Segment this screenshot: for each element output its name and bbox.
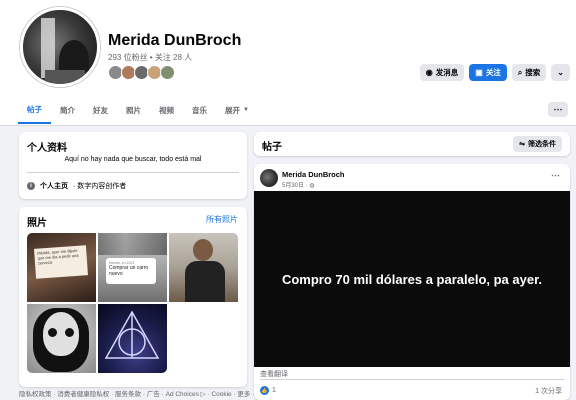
tab-videos[interactable]: 视频	[150, 96, 183, 124]
divider	[27, 172, 239, 173]
intro-page-info: i 个人主页 · 数字内容创作者	[27, 181, 126, 191]
photo-thumbnail[interactable]	[98, 304, 167, 373]
more-dots-icon: ⋯	[553, 104, 563, 114]
profile-avatar[interactable]	[20, 7, 100, 87]
followers-count[interactable]: 293 位粉丝 • 关注 28 人	[108, 52, 192, 63]
profile-name: Merida DunBroch	[108, 32, 242, 49]
intro-card: 个人资料 Aquí no hay nada que buscar, todo e…	[19, 132, 247, 199]
header-actions: ◉ 发消息 ▣ 关注 ⌕ 搜索 ⌄	[419, 64, 570, 81]
mutual-friends-avatars[interactable]	[108, 65, 175, 80]
follow-button[interactable]: ▣ 关注	[469, 64, 507, 81]
filter-icon: ⇋	[519, 141, 525, 148]
see-all-photos-link[interactable]: 所有照片	[206, 214, 238, 225]
tab-photos[interactable]: 照片	[117, 96, 150, 124]
photo-thumbnail[interactable]	[27, 304, 96, 373]
follow-icon: ▣	[475, 68, 483, 77]
profile-tabs: 帖子 简介 好友 照片 视频 音乐 展开 ▼	[18, 96, 258, 124]
photo-caption-bubble: Merida, en 2023 Comprar un carro nuevo	[106, 258, 156, 284]
more-options-button[interactable]: ⌄	[551, 64, 570, 81]
photo-thumbnail[interactable]	[169, 233, 238, 302]
chevron-down-icon: ⌄	[557, 68, 564, 77]
message-button[interactable]: ◉ 发消息	[419, 64, 465, 81]
post-text-image[interactable]: Compro 70 mil dólares a paralelo, pa aye…	[254, 191, 570, 367]
share-count[interactable]: 1 次分享	[535, 386, 562, 396]
tab-music[interactable]: 音乐	[183, 96, 216, 124]
like-icon: 👍	[260, 386, 269, 395]
photo-thumbnail[interactable]: Merida, en 2023 Comprar un carro nuevo	[98, 233, 167, 302]
tab-friends[interactable]: 好友	[84, 96, 117, 124]
profile-header: Merida DunBroch 293 位粉丝 • 关注 28 人 ◉ 发消息 …	[0, 0, 576, 126]
search-button[interactable]: ⌕ 搜索	[511, 64, 547, 81]
intro-bio: Aquí no hay nada que buscar, todo está m…	[64, 156, 202, 163]
tabs-overflow-button[interactable]: ⋯	[548, 102, 568, 117]
messenger-icon: ◉	[425, 68, 433, 77]
post-author-name[interactable]: Merida DunBroch	[282, 170, 345, 179]
divider	[260, 379, 564, 380]
photos-card: 照片 所有照片 Merida, ayer me dijiste que me i…	[19, 207, 247, 387]
photo-note-text: Merida, ayer me dijiste que me iba a ped…	[34, 245, 88, 279]
page-label: 个人主页	[40, 183, 68, 190]
page-category: · 数字内容创作者	[73, 183, 127, 190]
more-dots-icon: ⋯	[551, 170, 560, 180]
post-options-button[interactable]: ⋯	[551, 170, 560, 181]
footer-links[interactable]: 隐私权政策 · 消费者健康隐私权 · 服务条款 · 广告 · Ad Choice…	[19, 388, 254, 398]
tab-posts[interactable]: 帖子	[18, 96, 51, 124]
reaction-count: 1	[272, 387, 276, 394]
post-author-avatar[interactable]	[260, 169, 278, 187]
post-card: Merida DunBroch 5月30日 · ◍ ⋯ Compro 70 mi…	[254, 164, 570, 400]
photo-thumbnail[interactable]: Merida, ayer me dijiste que me iba a ped…	[27, 233, 96, 302]
post-text: Compro 70 mil dólares a paralelo, pa aye…	[281, 271, 543, 287]
post-timestamp[interactable]: 5月30日 · ◍	[282, 180, 315, 189]
friend-avatar[interactable]	[160, 65, 175, 80]
tab-more[interactable]: 展开 ▼	[216, 96, 258, 124]
caret-down-icon: ▼	[243, 107, 249, 113]
globe-icon: ◍	[309, 183, 315, 189]
posts-header-card: 帖子 ⇋ 筛选条件	[254, 132, 570, 156]
posts-title: 帖子	[262, 142, 282, 153]
reactions-summary[interactable]: 👍 1	[260, 386, 276, 395]
search-icon: ⌕	[517, 67, 523, 77]
intro-title: 个人资料	[27, 143, 67, 154]
filter-button[interactable]: ⇋ 筛选条件	[513, 136, 562, 152]
info-icon: i	[27, 182, 35, 190]
see-translation-link[interactable]: 查看翻译	[260, 369, 288, 379]
photos-title[interactable]: 照片	[27, 214, 47, 229]
tab-about[interactable]: 简介	[51, 96, 84, 124]
